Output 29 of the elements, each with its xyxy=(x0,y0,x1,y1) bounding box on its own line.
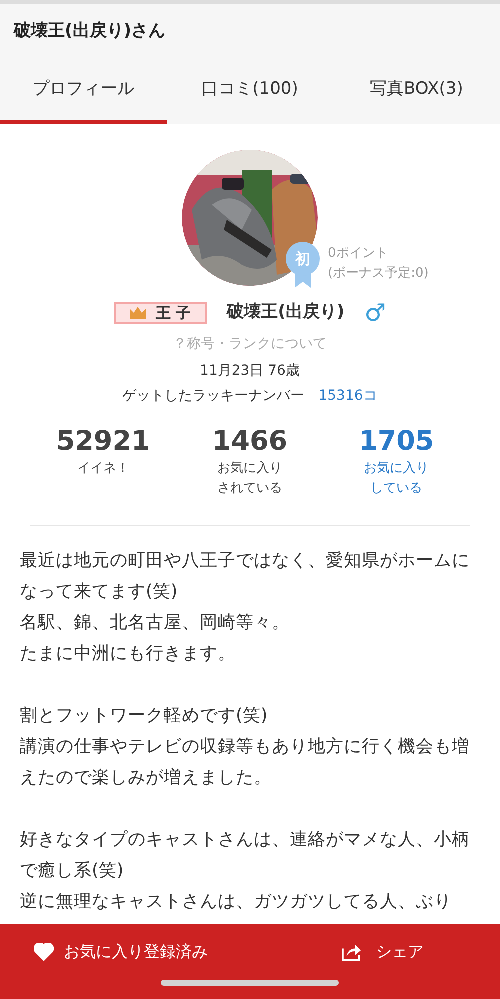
stat-value: 52921 xyxy=(56,424,150,458)
bio-line: 講演の仕事やテレビの収録等もあり地方に行く機会も増えたので楽しみが増えました。 xyxy=(20,736,471,790)
page-title: 破壊王(出戻り)さん xyxy=(14,20,166,44)
user-name: 破壊王(出戻り) xyxy=(227,301,345,324)
points-text: 0ポイント xyxy=(328,245,390,263)
bio-line: 逆に無理なキャストさんは、ガツガツしてる人、ぶり xyxy=(20,890,453,914)
bonus-text: (ボーナス予定:0) xyxy=(328,265,429,283)
stat-label: お気に入りされている xyxy=(216,460,284,498)
stat-label: イイネ！ xyxy=(76,460,130,478)
bio-line: 最近は地元の町田や八王子ではなく、愛知県がホームになって来てます(笑) xyxy=(20,550,471,604)
favorite-button[interactable]: お気に入り登録済み xyxy=(34,940,208,964)
bio-line: 好きなタイプのキャストさんは、連絡がマメな人、小柄で癒し系(笑) xyxy=(20,828,471,882)
crown-icon xyxy=(130,306,146,319)
share-icon xyxy=(341,942,362,962)
bio-line: 割とフットワーク軽めです(笑) xyxy=(20,704,269,728)
stat-value: 1466 xyxy=(212,424,288,458)
stat-label[interactable]: お気に入りしている xyxy=(362,458,432,498)
lucky-number-value: 15316コ xyxy=(318,386,378,406)
tab[interactable]: 写真BOX(3) xyxy=(333,60,500,124)
tab[interactable]: 口コミ(100) xyxy=(166,60,334,124)
bio-line: 名駅、錦、北名古屋、岡崎等々。 xyxy=(20,612,291,634)
lucky-number-label: ゲットしたラッキーナンバー xyxy=(122,386,305,406)
tab[interactable]: プロフィール xyxy=(0,60,167,124)
rank-badge: 王 子 xyxy=(114,302,208,324)
gender-symbol: ♂ xyxy=(364,300,386,325)
birthday-text: 11月23日 76歳 xyxy=(200,362,300,380)
stat-value: 1705 xyxy=(359,424,434,458)
share-button[interactable]: シェア xyxy=(341,940,424,964)
bio-line: たまに中洲にも行きます。 xyxy=(20,642,237,666)
